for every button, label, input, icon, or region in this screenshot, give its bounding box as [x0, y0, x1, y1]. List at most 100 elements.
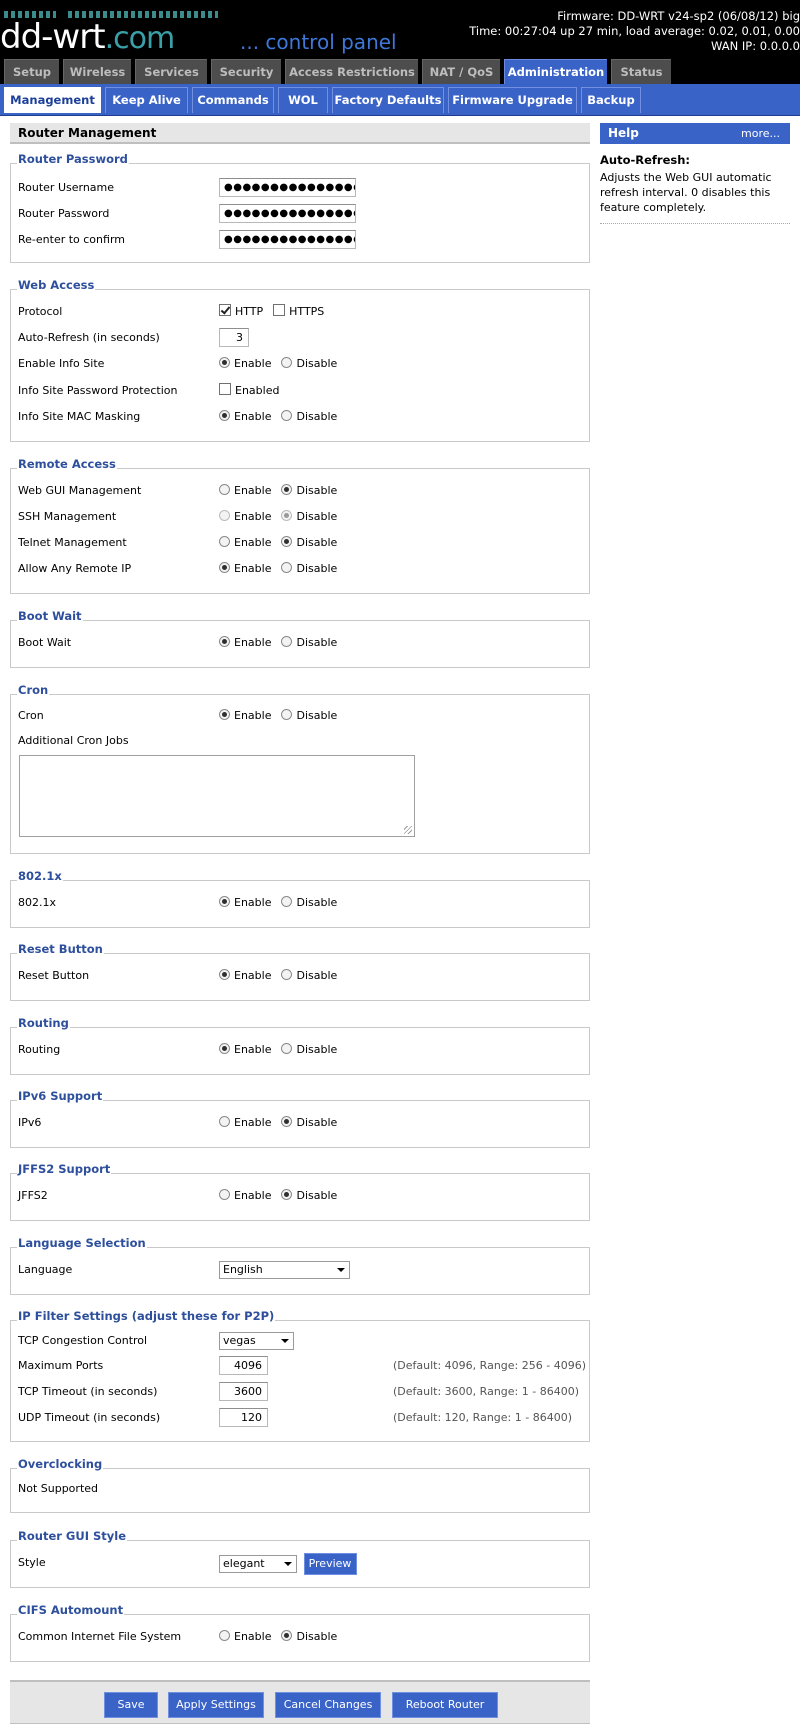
https-checkbox[interactable]: [273, 304, 286, 316]
sub-tabs: Management Keep Alive Commands WOL Facto…: [0, 84, 800, 116]
subtab-wol[interactable]: WOL: [278, 87, 328, 113]
autorefresh-input[interactable]: 3: [219, 328, 249, 347]
infosite-enable-radio[interactable]: [219, 357, 230, 368]
language-select[interactable]: English: [219, 1261, 350, 1279]
preview-button[interactable]: Preview: [303, 1553, 357, 1575]
tab-wireless[interactable]: Wireless: [63, 59, 131, 84]
any-remote-ip-enable-radio[interactable]: [219, 562, 230, 573]
reset-button-section: Reset Button Reset Button Enable Disable: [10, 942, 590, 1001]
help-more-link[interactable]: more...: [741, 123, 780, 144]
cifs-enable-radio[interactable]: [219, 1630, 230, 1641]
cancel-changes-button[interactable]: Cancel Changes: [275, 1692, 381, 1718]
radio-label: Disable: [296, 1116, 338, 1129]
language-section: Language Selection Language English: [10, 1236, 590, 1295]
tab-services[interactable]: Services: [135, 59, 207, 84]
tab-nat-qos[interactable]: NAT / QoS: [422, 59, 500, 84]
control-panel-title: ... control panel: [240, 30, 397, 54]
webgui-enable-radio[interactable]: [219, 484, 230, 495]
ssh-disable-radio[interactable]: [281, 510, 293, 521]
dot1x-enable-radio[interactable]: [219, 896, 230, 907]
subtab-factory-defaults[interactable]: Factory Defaults: [332, 87, 444, 113]
boot-wait-enable-radio[interactable]: [219, 636, 230, 647]
cron-enable-radio[interactable]: [219, 709, 230, 720]
max-ports-input[interactable]: 4096: [219, 1356, 268, 1375]
boot-wait-disable-radio[interactable]: [281, 636, 293, 647]
subtab-management[interactable]: Management: [4, 87, 101, 113]
subtab-commands[interactable]: Commands: [192, 87, 274, 113]
apply-settings-button[interactable]: Apply Settings: [168, 1692, 264, 1718]
style-value: elegant: [223, 1557, 265, 1570]
section-legend: JFFS2 Support: [17, 1162, 112, 1176]
max-ports-hint: (Default: 4096, Range: 256 - 4096): [393, 1359, 586, 1372]
reset-button-enable-radio[interactable]: [219, 969, 230, 980]
radio-label: Disable: [296, 410, 338, 423]
radio-label: Enable: [234, 969, 272, 982]
radio-label: Enable: [234, 636, 272, 649]
jffs2-enable-radio[interactable]: [219, 1189, 230, 1200]
router-password-input[interactable]: ●●●●●●●●●●●●●●●●: [219, 204, 356, 223]
resize-grip-icon[interactable]: [404, 826, 412, 834]
tcp-congestion-select[interactable]: vegas: [219, 1332, 294, 1350]
section-legend: Router GUI Style: [17, 1529, 127, 1543]
ssh-enable-radio[interactable]: [219, 510, 230, 521]
logo-suffix: .com: [104, 21, 176, 56]
field-label: Web GUI Management: [18, 484, 142, 497]
gui-style-section: Router GUI Style Style elegant Preview: [10, 1529, 590, 1588]
field-label: Re-enter to confirm: [18, 233, 125, 246]
section-legend: Boot Wait: [17, 609, 83, 623]
udp-timeout-input[interactable]: 120: [219, 1408, 268, 1427]
tab-administration[interactable]: Administration: [504, 59, 607, 84]
routing-enable-radio[interactable]: [219, 1043, 230, 1054]
radio-label: Disable: [296, 510, 338, 523]
radio-label: Enable: [234, 510, 272, 523]
http-checkbox[interactable]: [219, 304, 231, 316]
radio-label: Disable: [296, 1043, 338, 1056]
mac-masking-enable-radio[interactable]: [219, 410, 230, 421]
udp-timeout-hint: (Default: 120, Range: 1 - 86400): [393, 1411, 572, 1424]
any-remote-ip-disable-radio[interactable]: [281, 562, 293, 573]
language-value: English: [223, 1263, 263, 1276]
tcp-timeout-input[interactable]: 3600: [219, 1382, 268, 1401]
ipv6-enable-radio[interactable]: [219, 1116, 230, 1127]
routing-disable-radio[interactable]: [281, 1043, 293, 1054]
dot1x-disable-radio[interactable]: [281, 896, 293, 907]
section-legend: Reset Button: [17, 942, 104, 956]
radio-label: Enable: [234, 484, 272, 497]
confirm-password-input[interactable]: ●●●●●●●●●●●●●●●●: [219, 230, 356, 249]
help-panel: Help more... Auto-Refresh: Adjusts the We…: [600, 123, 790, 224]
cron-jobs-textarea[interactable]: [19, 755, 415, 837]
uptime-load: Time: 00:27:04 up 27 min, load average: …: [469, 24, 800, 38]
cron-disable-radio[interactable]: [281, 709, 293, 720]
infosite-disable-radio[interactable]: [281, 357, 293, 368]
dd-wrt-logo: dd-wrt.com: [0, 0, 220, 59]
tab-access-restrictions[interactable]: Access Restrictions: [285, 59, 418, 84]
router-username-input[interactable]: ●●●●●●●●●●●●●●●●: [219, 178, 356, 197]
jffs2-disable-radio[interactable]: [281, 1189, 293, 1200]
telnet-enable-radio[interactable]: [219, 536, 230, 547]
jffs2-section: JFFS2 Support JFFS2 Enable Disable: [10, 1162, 590, 1221]
field-label: Routing: [18, 1043, 61, 1056]
tab-setup[interactable]: Setup: [4, 59, 59, 84]
reboot-router-button[interactable]: Reboot Router: [392, 1692, 498, 1718]
ipv6-disable-radio[interactable]: [281, 1116, 293, 1127]
radio-label: Disable: [296, 484, 338, 497]
webgui-disable-radio[interactable]: [281, 484, 293, 495]
tab-status[interactable]: Status: [611, 59, 671, 84]
field-label: Info Site Password Protection: [18, 384, 178, 397]
field-label: SSH Management: [18, 510, 117, 523]
style-select[interactable]: elegant: [219, 1555, 297, 1573]
subtab-keep-alive[interactable]: Keep Alive: [105, 87, 188, 113]
field-label: Protocol: [18, 305, 63, 318]
https-label: HTTPS: [289, 305, 325, 318]
mac-masking-disable-radio[interactable]: [281, 410, 293, 421]
reset-button-disable-radio[interactable]: [281, 969, 293, 980]
cifs-disable-radio[interactable]: [281, 1630, 293, 1641]
save-button[interactable]: Save: [104, 1692, 158, 1718]
subtab-backup[interactable]: Backup: [581, 87, 641, 113]
field-label: Style: [18, 1556, 46, 1569]
telnet-disable-radio[interactable]: [281, 536, 293, 547]
help-topic: Auto-Refresh:: [600, 153, 691, 167]
infosite-password-checkbox[interactable]: [219, 383, 231, 395]
subtab-firmware-upgrade[interactable]: Firmware Upgrade: [448, 87, 577, 113]
tab-security[interactable]: Security: [211, 59, 281, 84]
